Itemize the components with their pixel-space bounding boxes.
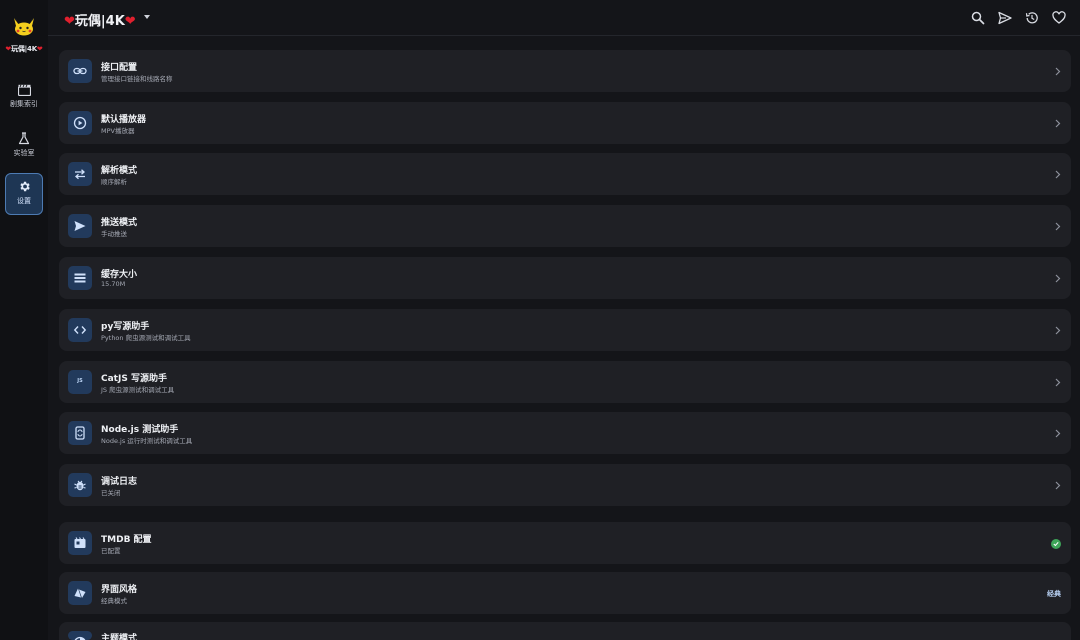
- favorite-heart-icon[interactable]: [1052, 11, 1066, 25]
- settings-item-tmdb-config[interactable]: TMDB 配置 已配置: [59, 522, 1071, 564]
- send-icon: [68, 214, 92, 238]
- settings-item-parse-mode[interactable]: 解析模式 顺序解析: [59, 153, 1071, 195]
- settings-item-ui-style[interactable]: 界面风格 经典模式 经典: [59, 572, 1071, 614]
- settings-item-catjs-helper[interactable]: JS CatJS 写源助手 JS 爬虫源测试和调试工具: [59, 361, 1071, 403]
- check-circle-icon: [1051, 539, 1061, 549]
- bug-icon: [68, 473, 92, 497]
- settings-item-subtitle: 经典模式: [101, 597, 127, 605]
- settings-item-title: 调试日志: [101, 477, 138, 487]
- chevron-down-icon[interactable]: [144, 15, 150, 19]
- chevron-right-icon: [1055, 222, 1061, 231]
- header-actions: [963, 11, 1066, 25]
- chevron-right-icon: [1055, 274, 1061, 283]
- style-value-badge: 经典: [1047, 590, 1061, 598]
- sidebar-item-label: 设置: [17, 197, 31, 205]
- top-bar: ❤玩偶|4K❤: [48, 0, 1080, 36]
- chevron-right-icon: [1055, 119, 1061, 128]
- settings-item-title: TMDB 配置: [101, 535, 152, 545]
- sidebar-item-label: 剧集索引: [10, 100, 38, 108]
- page-title: 玩偶|4K: [74, 14, 125, 29]
- js-icon: JS: [68, 370, 92, 394]
- sidebar: ❤玩偶|4K❤ 剧集索引 实验室 设置: [0, 0, 48, 640]
- chevron-right-icon: [1055, 378, 1061, 387]
- settings-item-subtitle: JS 爬虫源测试和调试工具: [101, 386, 175, 394]
- settings-item-nodejs-helper[interactable]: Node.js 测试助手 Node.js 运行时测试和调试工具: [59, 412, 1071, 454]
- settings-item-title: 接口配置: [101, 63, 138, 73]
- heart-icon: ❤: [124, 14, 136, 29]
- settings-item-title: 推送模式: [101, 218, 138, 228]
- settings-item-subtitle: 管理接口链接和线路名称: [101, 75, 173, 83]
- settings-item-subtitle: Node.js 运行时测试和调试工具: [101, 437, 193, 445]
- settings-item-cache-size[interactable]: 缓存大小 15.70M: [59, 257, 1071, 299]
- heart-icon: ❤: [64, 14, 75, 29]
- settings-item-subtitle: MPV播放器: [101, 127, 135, 135]
- sidebar-brand-label: 玩偶|4K: [11, 45, 37, 53]
- settings-item-subtitle: Python 爬虫源测试和调试工具: [101, 334, 191, 342]
- settings-item-api-config[interactable]: 接口配置 管理接口链接和线路名称: [59, 50, 1071, 92]
- sidebar-item-label: 实验室: [13, 149, 35, 157]
- chevron-right-icon: [1055, 326, 1061, 335]
- settings-item-title: py写源助手: [101, 322, 150, 332]
- search-icon[interactable]: [971, 11, 985, 25]
- settings-item-subtitle: 已关闭: [101, 489, 121, 497]
- code-icon: [68, 318, 92, 342]
- send-icon[interactable]: [998, 11, 1012, 25]
- swap-icon: [68, 162, 92, 186]
- settings-item-title: CatJS 写源助手: [101, 374, 167, 384]
- play-circle-icon: [68, 111, 92, 135]
- pikachu-logo-icon: [14, 18, 34, 36]
- settings-item-default-player[interactable]: 默认播放器 MPV播放器: [59, 102, 1071, 144]
- settings-item-title: 默认播放器: [101, 115, 147, 125]
- settings-item-debug-log[interactable]: 调试日志 已关闭: [59, 464, 1071, 506]
- link-icon: [68, 59, 92, 83]
- settings-item-push-mode[interactable]: 推送模式 手动推送: [59, 205, 1071, 247]
- settings-item-title: Node.js 测试助手: [101, 425, 179, 435]
- settings-item-title: 界面风格: [101, 585, 138, 595]
- settings-item-subtitle: 顺序解析: [101, 178, 127, 186]
- style-icon: [68, 581, 92, 605]
- settings-item-title: 解析模式: [101, 166, 138, 176]
- chevron-right-icon: [1055, 67, 1061, 76]
- source-selector[interactable]: ❤玩偶|4K❤: [64, 10, 136, 29]
- theme-icon: [68, 631, 92, 640]
- storage-icon: [68, 266, 92, 290]
- sidebar-item-lab[interactable]: 实验室: [5, 126, 43, 168]
- settings-item-subtitle: 手动推送: [101, 230, 127, 238]
- settings-item-theme-mode[interactable]: 主题模式: [59, 622, 1071, 640]
- settings-item-title: 缓存大小: [101, 270, 138, 280]
- chevron-right-icon: [1055, 170, 1061, 179]
- settings-item-subtitle: 已配置: [101, 547, 121, 555]
- history-icon[interactable]: [1025, 11, 1039, 25]
- app-window: ❤玩偶|4K❤ 剧集索引 实验室 设置 ❤玩偶|4K❤ 接口配置 管理接口链接和…: [0, 0, 1080, 640]
- chevron-right-icon: [1055, 481, 1061, 490]
- settings-item-subtitle: 15.70M: [101, 280, 126, 288]
- clapperboard-icon: [17, 84, 31, 96]
- flask-icon: [18, 132, 30, 145]
- settings-item-title: 主题模式: [101, 634, 138, 640]
- sidebar-item-settings[interactable]: 设置: [5, 173, 43, 215]
- sidebar-brand: ❤玩偶|4K❤: [0, 44, 48, 54]
- gear-icon: [19, 181, 30, 192]
- sidebar-item-series-index[interactable]: 剧集索引: [5, 78, 43, 120]
- movie-icon: [68, 531, 92, 555]
- chevron-right-icon: [1055, 429, 1061, 438]
- phone-sync-icon: [68, 421, 92, 445]
- settings-item-py-helper[interactable]: py写源助手 Python 爬虫源测试和调试工具: [59, 309, 1071, 351]
- heart-icon: ❤: [36, 45, 43, 53]
